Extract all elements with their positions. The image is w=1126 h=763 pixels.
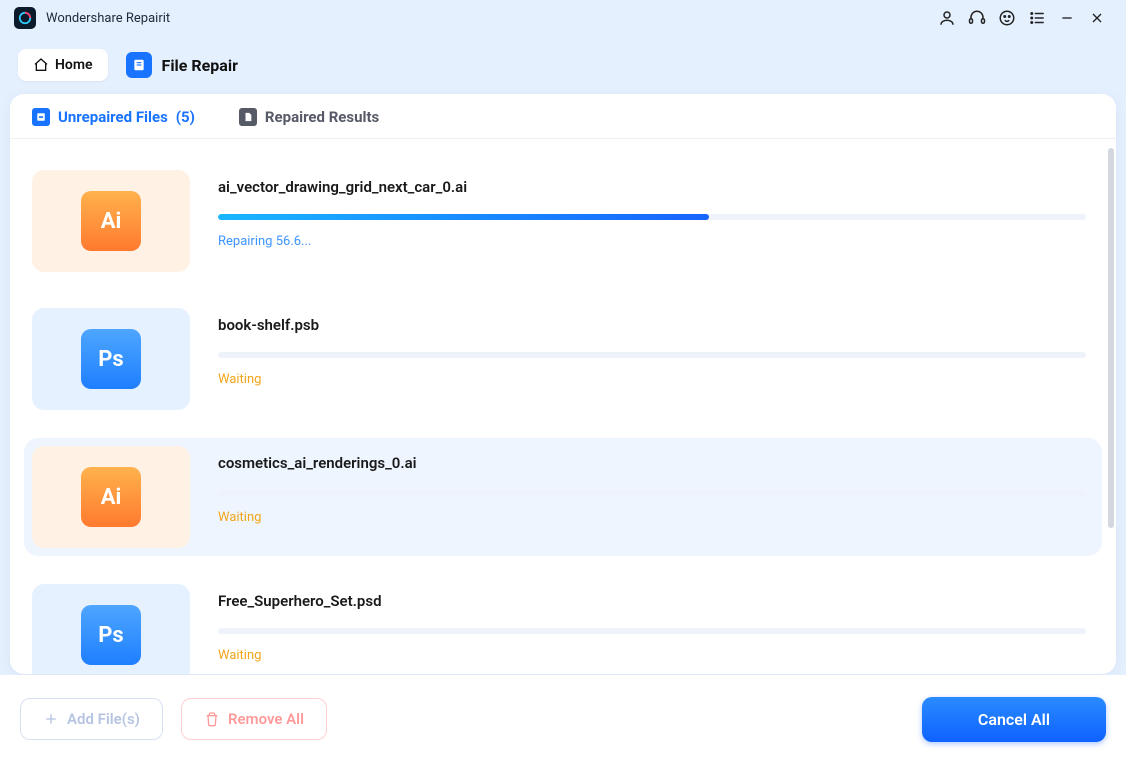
main-card: Unrepaired Files (5) Repaired Results Ai…	[10, 94, 1116, 674]
titlebar: Wondershare Repairit	[0, 0, 1126, 36]
app-logo-icon	[14, 7, 36, 29]
home-button[interactable]: Home	[18, 49, 108, 81]
cancel-all-label: Cancel All	[978, 710, 1050, 729]
file-row[interactable]: Ps Free_Superhero_Set.psd Waiting	[24, 576, 1102, 674]
add-files-label: Add File(s)	[67, 710, 140, 728]
ai-badge-icon: Ai	[81, 467, 141, 527]
tab-repaired[interactable]: Repaired Results	[239, 108, 379, 138]
app-name: Wondershare Repairit	[46, 11, 170, 26]
tab-unrepaired-label: Unrepaired Files	[58, 108, 168, 126]
file-status: Waiting	[218, 372, 1086, 387]
cancel-all-button[interactable]: Cancel All	[922, 697, 1106, 742]
file-row[interactable]: Ps book-shelf.psb Waiting	[24, 300, 1102, 418]
file-name: Free_Superhero_Set.psd	[218, 592, 1086, 610]
file-thumb: Ai	[32, 446, 190, 548]
file-row[interactable]: Ai ai_vector_drawing_grid_next_car_0.ai Re…	[24, 162, 1102, 280]
file-thumb: Ps	[32, 584, 190, 674]
tab-unrepaired-icon	[32, 108, 50, 126]
account-icon[interactable]	[932, 3, 962, 33]
footer: Add File(s) Remove All Cancel All	[0, 675, 1126, 763]
close-icon[interactable]	[1082, 3, 1112, 33]
remove-all-button[interactable]: Remove All	[181, 698, 327, 740]
file-thumb: Ps	[32, 308, 190, 410]
file-status: Waiting	[218, 510, 1086, 525]
home-icon	[33, 57, 49, 73]
support-icon[interactable]	[962, 3, 992, 33]
tabs: Unrepaired Files (5) Repaired Results	[10, 94, 1116, 139]
progress-bar	[218, 628, 1086, 634]
progress-fill	[218, 214, 709, 220]
file-list[interactable]: Ai ai_vector_drawing_grid_next_car_0.ai Re…	[10, 148, 1116, 674]
feedback-icon[interactable]	[992, 3, 1022, 33]
file-name: book-shelf.psb	[218, 316, 1086, 334]
file-body: book-shelf.psb Waiting	[218, 308, 1092, 410]
progress-bar	[218, 490, 1086, 496]
file-body: Free_Superhero_Set.psd Waiting	[218, 584, 1092, 674]
progress-bar	[218, 214, 1086, 220]
file-repair-icon	[126, 52, 152, 78]
tab-repaired-icon	[239, 108, 257, 126]
progress-bar	[218, 352, 1086, 358]
minimize-icon[interactable]	[1052, 3, 1082, 33]
module-title: File Repair	[162, 56, 238, 75]
file-row[interactable]: Ai cosmetics_ai_renderings_0.ai Waiting	[24, 438, 1102, 556]
file-name: cosmetics_ai_renderings_0.ai	[218, 454, 1086, 472]
module-header: File Repair	[126, 52, 238, 78]
trash-icon	[204, 711, 220, 727]
file-body: ai_vector_drawing_grid_next_car_0.ai Repa…	[218, 170, 1092, 272]
ps-badge-icon: Ps	[81, 605, 141, 665]
ps-badge-icon: Ps	[81, 329, 141, 389]
nav-row: Home File Repair	[0, 36, 1126, 94]
remove-all-label: Remove All	[228, 710, 304, 728]
ai-badge-icon: Ai	[81, 191, 141, 251]
menu-icon[interactable]	[1022, 3, 1052, 33]
tab-unrepaired-count: (5)	[176, 108, 195, 126]
tab-repaired-label: Repaired Results	[265, 108, 379, 126]
plus-icon	[43, 711, 59, 727]
tab-unrepaired[interactable]: Unrepaired Files (5)	[32, 108, 195, 138]
file-status: Waiting	[218, 648, 1086, 663]
file-name: ai_vector_drawing_grid_next_car_0.ai	[218, 178, 1086, 196]
file-body: cosmetics_ai_renderings_0.ai Waiting	[218, 446, 1092, 548]
file-thumb: Ai	[32, 170, 190, 272]
home-label: Home	[55, 57, 93, 73]
scrollbar[interactable]	[1108, 148, 1114, 528]
file-status: Repairing 56.6...	[218, 234, 1086, 249]
add-files-button[interactable]: Add File(s)	[20, 698, 163, 740]
